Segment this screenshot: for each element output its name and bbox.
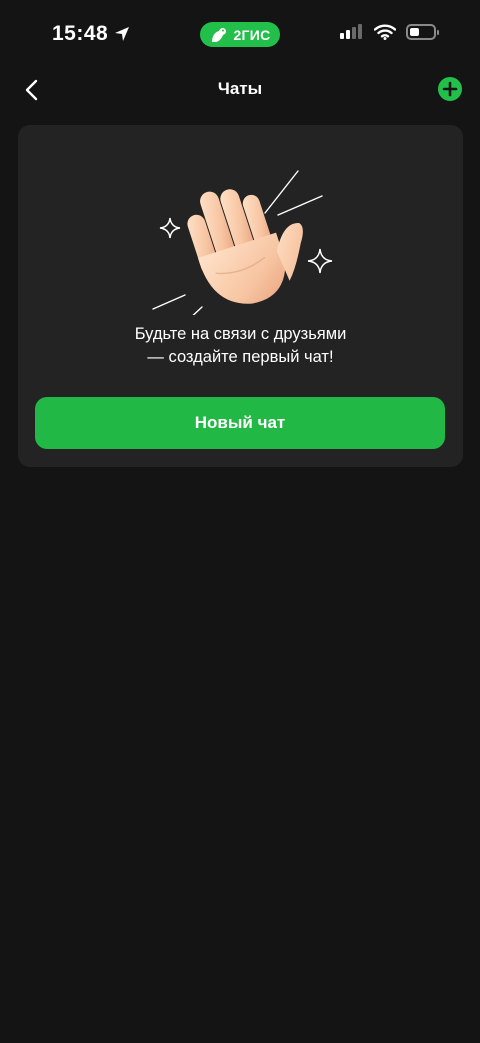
empty-state-message: Будьте на связи с друзьями — создайте пе… xyxy=(18,323,463,369)
brand-badge[interactable]: 2ГИС xyxy=(200,22,280,47)
nav-bar: Чаты xyxy=(0,70,480,110)
status-indicators xyxy=(340,24,439,40)
new-chat-button[interactable]: Новый чат xyxy=(35,397,445,449)
add-chat-button[interactable] xyxy=(438,77,462,101)
empty-state-card: Будьте на связи с друзьями — создайте пе… xyxy=(18,125,463,467)
plus-circle-icon xyxy=(442,81,458,97)
battery-icon xyxy=(406,24,439,40)
empty-state-line-2: — создайте первый чат! xyxy=(147,348,334,366)
empty-state-line-1: Будьте на связи с друзьями xyxy=(134,325,347,343)
brand-logo-icon xyxy=(212,27,227,42)
cellular-signal-icon xyxy=(340,24,362,39)
brand-name: 2ГИС xyxy=(233,26,271,43)
status-time-group: 15:48 xyxy=(52,22,130,46)
battery-level xyxy=(410,28,419,36)
location-arrow-icon xyxy=(115,27,130,41)
page-title: Чаты xyxy=(217,79,263,98)
waving-hand-illustration xyxy=(152,170,333,315)
status-time: 15:48 xyxy=(52,22,109,45)
battery-cap xyxy=(437,30,439,35)
wifi-icon xyxy=(374,24,396,40)
status-bar: 15:48 2ГИС xyxy=(0,0,480,70)
